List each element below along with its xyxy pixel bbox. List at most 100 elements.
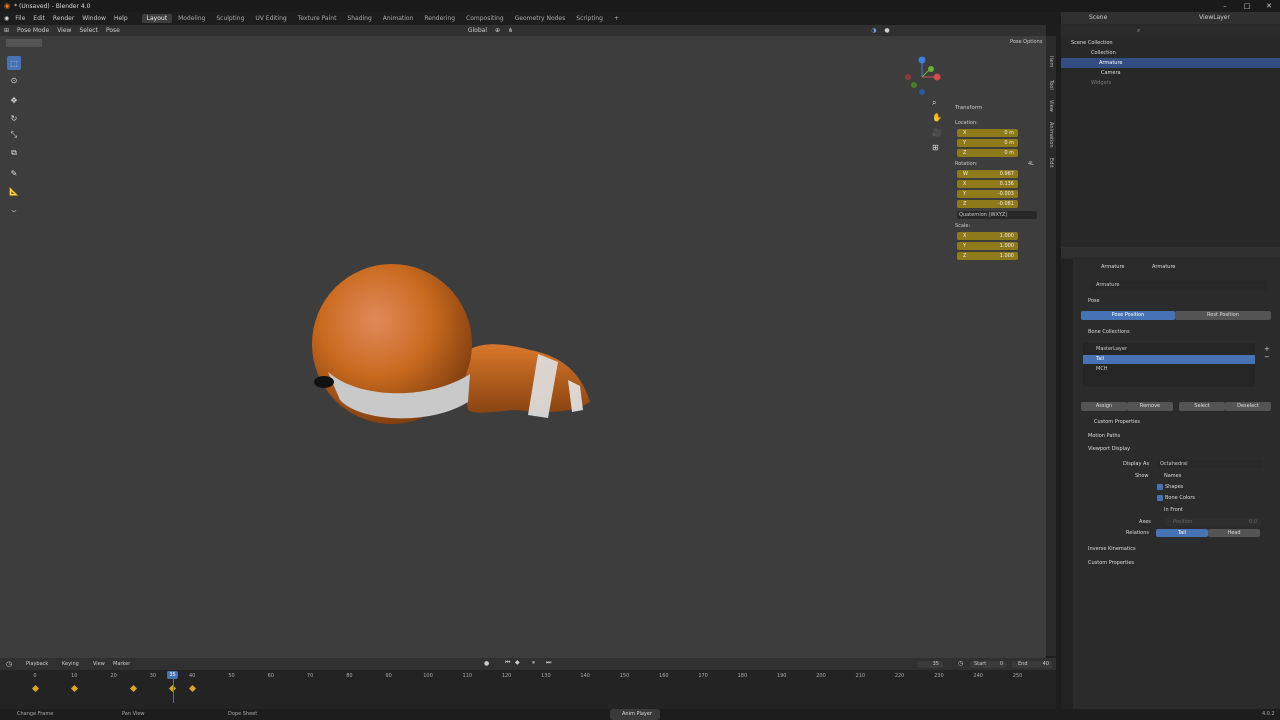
solid-shading-icon[interactable]: ● (884, 27, 889, 34)
display-as-dropdown[interactable]: Octahedral (1157, 460, 1263, 468)
list-item[interactable]: Tail (1083, 355, 1255, 364)
show-in-front-checkbox[interactable]: In Front (1164, 507, 1183, 513)
list-item[interactable]: MasterLayer (1083, 345, 1255, 354)
cursor-tool-icon[interactable]: ⊙ (7, 73, 21, 87)
next-keyframe-icon[interactable]: ⏭ (546, 659, 551, 667)
assign-button[interactable]: Assign (1081, 402, 1127, 411)
menu-help[interactable]: Help (114, 15, 128, 22)
scale-tool-icon[interactable]: ⤡ (7, 128, 21, 142)
current-frame-field[interactable]: 35 (917, 661, 943, 668)
bone-collections-section-header[interactable]: Bone Collections (1088, 329, 1130, 335)
relations-tail-button[interactable]: Tail (1156, 529, 1208, 537)
tab-compositing[interactable]: Compositing (461, 14, 509, 23)
armature-name-field[interactable]: Armature (1091, 281, 1267, 290)
tab-edit[interactable]: Edit (1048, 158, 1054, 168)
rotate-tool-icon[interactable]: ↻ (7, 111, 21, 125)
tab-geometry-nodes[interactable]: Geometry Nodes (510, 14, 571, 23)
transform-tool-icon[interactable]: ⧉ (7, 146, 21, 160)
selection-mode-buttons[interactable] (6, 39, 42, 47)
menu-window[interactable]: Window (82, 15, 106, 22)
scale-z-field[interactable]: Z 1.000 (957, 252, 1018, 260)
blender-menu-icon[interactable]: ◉ (4, 15, 9, 22)
tab-animation[interactable]: Animation (378, 14, 419, 23)
pan-hand-icon[interactable]: ✋ (932, 113, 942, 122)
tab-tool[interactable]: Tool (1048, 80, 1054, 90)
deselect-button[interactable]: Deselect (1225, 402, 1271, 411)
editor-type-icon[interactable]: ◷ (6, 660, 12, 668)
remove-collection-icon[interactable]: − (1264, 353, 1270, 361)
tab-item[interactable]: Item (1048, 56, 1054, 67)
rotation-mode-dropdown[interactable]: Quaternion (WXYZ) (957, 211, 1037, 219)
add-workspace-button[interactable]: + (609, 14, 624, 23)
pose-relax-tool-icon[interactable]: ⌣ (7, 204, 21, 218)
outliner-row-scene-collection[interactable]: Scene Collection (1061, 38, 1280, 48)
tab-uv-editing[interactable]: UV Editing (250, 14, 291, 23)
marker-menu[interactable]: Marker (113, 661, 130, 667)
add-collection-icon[interactable]: + (1264, 345, 1270, 353)
viewport-shading-icon[interactable]: ◑ (871, 27, 876, 34)
viewport-display-section-header[interactable]: Viewport Display (1088, 446, 1130, 452)
maximize-icon[interactable]: □ (1236, 0, 1258, 12)
measure-tool-icon[interactable]: 📐 (7, 184, 21, 198)
show-bone-colors-checkbox[interactable]: Bone Colors (1157, 495, 1195, 501)
tab-sculpting[interactable]: Sculpting (211, 14, 249, 23)
armature-model[interactable] (300, 250, 610, 440)
tab-view[interactable]: View (1048, 100, 1054, 112)
scale-y-field[interactable]: Y 1.000 (957, 242, 1018, 250)
pause-icon[interactable]: ⏸ (532, 659, 535, 667)
outliner-row-camera[interactable]: Camera (1061, 68, 1280, 78)
pose-options-button[interactable]: Pose Options (1010, 39, 1042, 45)
custom-properties-section-header[interactable]: Custom Properties (1088, 560, 1134, 566)
navigation-gizmo[interactable] (900, 55, 945, 100)
tab-animation-sidebar[interactable]: Animation (1048, 122, 1054, 148)
prev-keyframe-icon[interactable]: ◆ (515, 659, 520, 666)
show-shapes-checkbox[interactable]: Shapes (1157, 484, 1183, 490)
outliner-row-collection[interactable]: Collection (1061, 48, 1280, 58)
camera-view-icon[interactable]: 🎥 (932, 128, 942, 137)
view-menu[interactable]: View (93, 661, 105, 667)
annotate-tool-icon[interactable]: ✎ (7, 166, 21, 180)
menu-file[interactable]: File (15, 15, 25, 22)
menu-select[interactable]: Select (79, 27, 98, 34)
tab-rendering[interactable]: Rendering (419, 14, 460, 23)
location-x-field[interactable]: X0 m (957, 129, 1018, 137)
zoom-icon[interactable]: ⌕ (932, 98, 936, 108)
menu-edit[interactable]: Edit (33, 15, 45, 22)
relations-head-button[interactable]: Head (1208, 529, 1260, 537)
jump-start-icon[interactable]: ⏮ (505, 659, 510, 667)
motion-paths-section-header[interactable]: Motion Paths (1088, 433, 1120, 439)
outliner-row-widgets[interactable]: Widgets (1061, 78, 1280, 88)
move-tool-icon[interactable]: ✥ (7, 93, 21, 107)
playback-menu[interactable]: Playback (26, 661, 48, 667)
search-icon[interactable]: ⌕ (1137, 27, 1140, 35)
snap-icon[interactable]: ⋔ (508, 27, 513, 34)
inverse-kinematics-section-header[interactable]: Inverse Kinematics (1088, 546, 1136, 552)
remove-button[interactable]: Remove (1127, 402, 1173, 411)
start-frame-field[interactable]: Start 0 (970, 661, 1006, 668)
editor-type-icon[interactable]: ⊞ (4, 27, 9, 34)
rotation-4l-toggle[interactable]: 4L (1028, 161, 1034, 167)
select-box-tool-icon[interactable]: ⬚ (7, 56, 21, 70)
clock-icon[interactable]: ◷ (958, 660, 963, 667)
tab-shading[interactable]: Shading (342, 14, 376, 23)
rotation-x-field[interactable]: X 0.136 (957, 180, 1018, 188)
rest-position-button[interactable]: Rest Position (1175, 311, 1271, 320)
pose-position-button[interactable]: Pose Position (1081, 311, 1175, 320)
pose-section-header[interactable]: Pose (1088, 298, 1100, 304)
rotation-y-field[interactable]: Y -0.003 (957, 190, 1018, 198)
location-y-field[interactable]: Y0 m (957, 139, 1018, 147)
view-layer-selector[interactable]: ViewLayer (1199, 14, 1230, 21)
record-icon[interactable]: ● (484, 660, 489, 667)
3d-viewport[interactable]: ⬚ ⊙ ✥ ↻ ⤡ ⧉ ✎ 📐 ⌣ ⌕ ✋ 🎥 ⊞ Transform Loca… (0, 50, 1046, 658)
show-names-checkbox[interactable]: Names (1164, 473, 1181, 479)
pivot-icon[interactable]: ⊕ (495, 27, 500, 34)
close-icon[interactable]: ✕ (1258, 0, 1280, 12)
tab-modeling[interactable]: Modeling (173, 14, 210, 23)
properties-tabs[interactable] (1061, 259, 1073, 720)
outliner-row-armature[interactable]: Armature (1061, 58, 1280, 68)
select-button[interactable]: Select (1179, 402, 1225, 411)
minimize-icon[interactable]: – (1214, 0, 1236, 12)
rotation-w-field[interactable]: W 0.987 (957, 170, 1018, 178)
menu-view[interactable]: View (57, 27, 71, 34)
end-frame-field[interactable]: End 40 (1012, 661, 1052, 668)
